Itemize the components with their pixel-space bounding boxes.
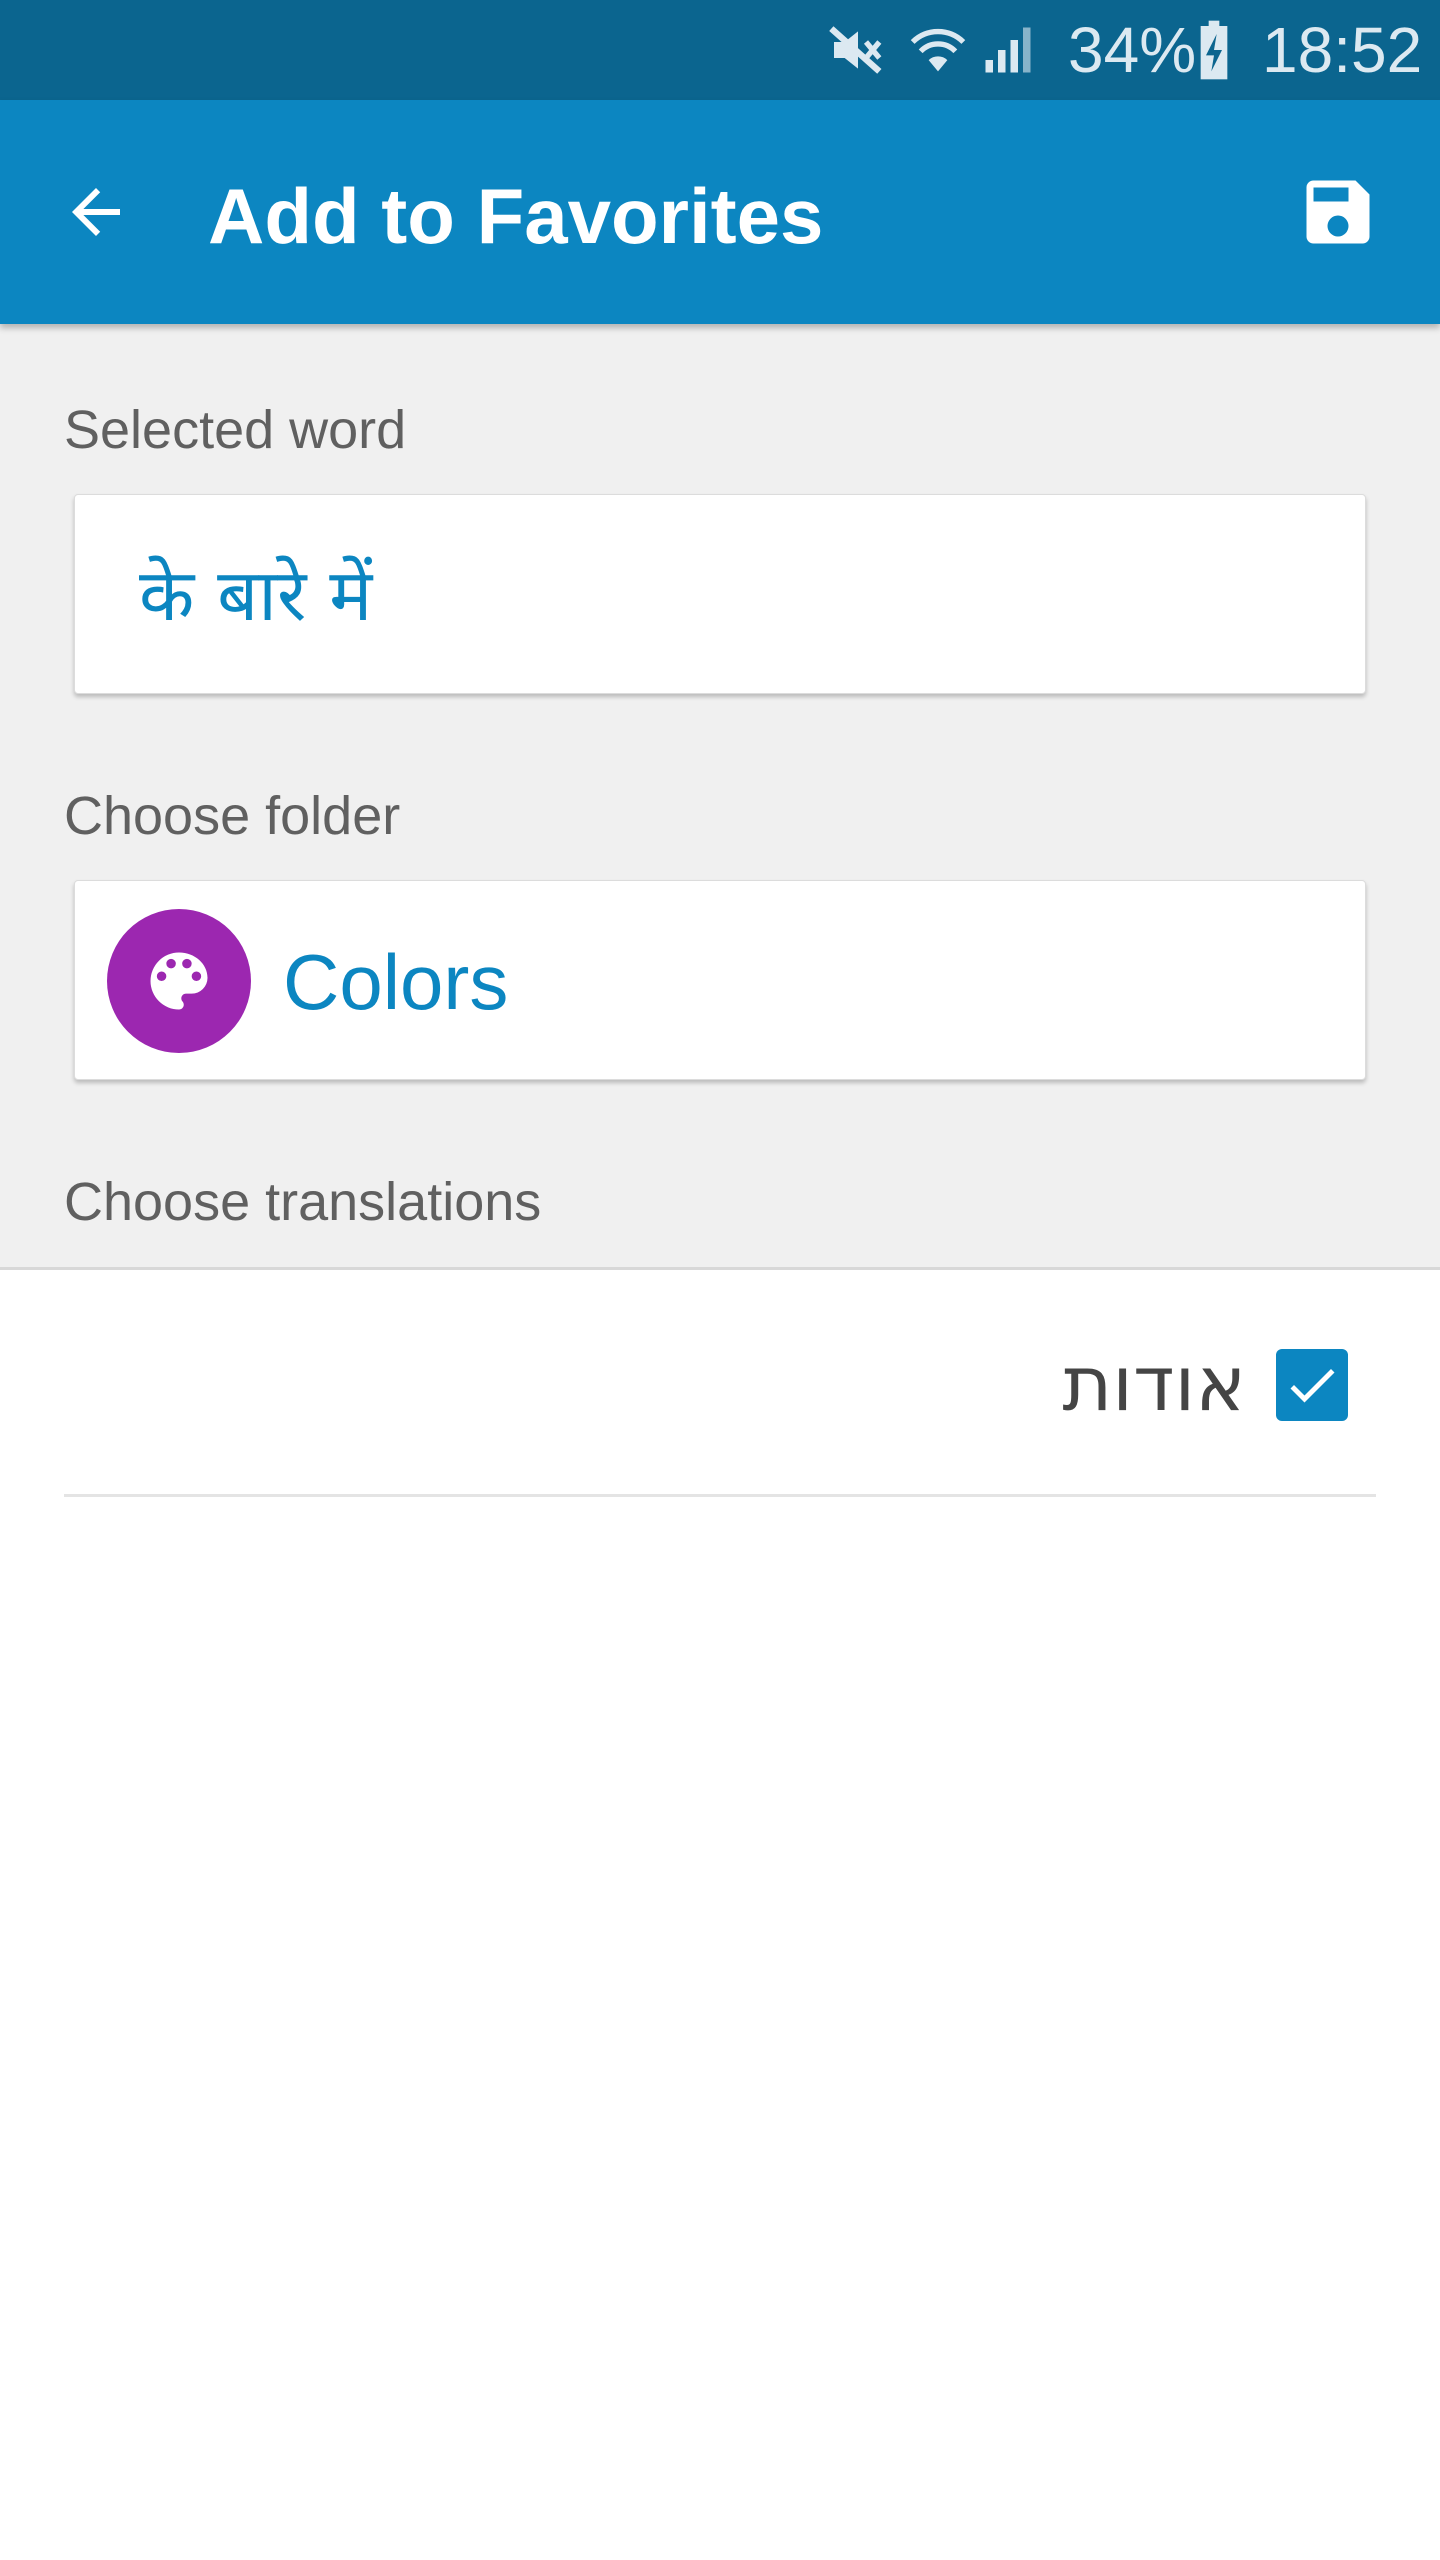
palette-icon	[150, 952, 208, 1010]
status-bar: 34% 18:52	[0, 0, 1440, 100]
translation-text: אודות	[1062, 1339, 1246, 1428]
back-button[interactable]	[40, 148, 152, 276]
selected-word-label: Selected word	[64, 400, 407, 460]
battery-charging-icon	[1200, 20, 1228, 80]
floppy-save-icon	[1306, 180, 1370, 244]
favorites-form: Selected word के बारे में Choose folder …	[0, 324, 1440, 1270]
clock: 18:52	[1262, 14, 1423, 86]
folder-name: Colors	[283, 938, 509, 1026]
signal-icon	[985, 27, 1031, 73]
selected-word-field[interactable]: के बारे में	[74, 494, 1366, 694]
folder-avatar	[107, 909, 251, 1053]
translation-checkbox[interactable]	[1276, 1349, 1348, 1421]
list-item[interactable]: אודות	[64, 1273, 1376, 1497]
wifi-icon	[910, 28, 966, 72]
selected-word-value: के बारे में	[139, 553, 373, 637]
save-button[interactable]	[1290, 164, 1386, 260]
choose-folder-label: Choose folder	[64, 786, 401, 846]
checkmark-icon	[1290, 1369, 1335, 1403]
mute-icon	[829, 26, 882, 74]
battery-percent: 34%	[1068, 14, 1197, 86]
choose-translations-label: Choose translations	[64, 1172, 542, 1232]
page-title: Add to Favorites	[208, 172, 824, 260]
folder-selector[interactable]: Colors	[74, 880, 1366, 1080]
arrow-left-icon	[72, 188, 120, 236]
app-bar: Add to Favorites	[0, 100, 1440, 324]
